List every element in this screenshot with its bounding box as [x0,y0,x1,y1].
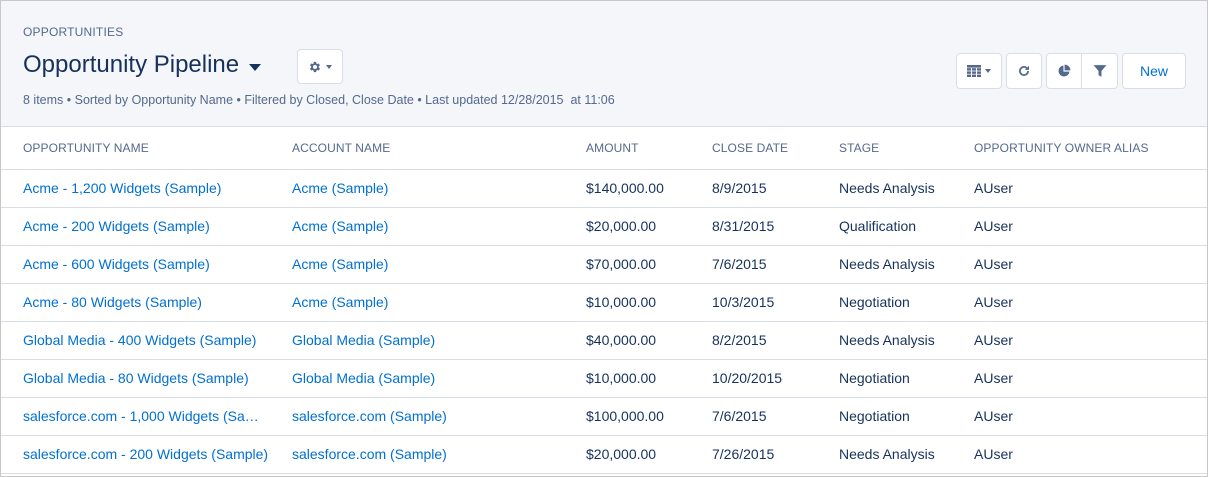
column-header-amount[interactable]: AMOUNT [564,127,690,170]
opportunity-name-link[interactable]: Acme - 80 Widgets (Sample) [1,283,270,322]
stage-cell: Needs Analysis [817,245,952,284]
table-row: Acme - 600 Widgets (Sample) Acme (Sample… [1,245,1207,284]
refresh-button[interactable] [1006,53,1042,89]
account-name-link[interactable]: salesforce.com (Sample) [270,397,564,436]
owner-alias-cell: AUser [952,397,1207,436]
stage-cell: Needs Analysis [817,435,952,474]
account-name-link[interactable]: Global Media (Sample) [270,359,564,398]
refresh-icon [1019,65,1029,76]
stage-cell: Negotiation [817,359,952,398]
column-header-account-name[interactable]: ACCOUNT NAME [270,127,564,170]
opportunity-name-link[interactable]: Global Media - 80 Widgets (Sample) [1,359,270,398]
table-row: salesforce.com - 1,000 Widgets (Sample) … [1,397,1207,436]
account-name-link[interactable]: Acme (Sample) [270,283,564,322]
stage-cell: Negotiation [817,397,952,436]
column-header-close-date[interactable]: CLOSE DATE [690,127,817,170]
opportunity-name-link[interactable]: Acme - 1,200 Widgets (Sample) [1,169,270,208]
owner-alias-cell: AUser [952,359,1207,398]
column-header-stage[interactable]: STAGE [817,127,952,170]
opportunity-name-link[interactable]: Acme - 600 Widgets (Sample) [1,245,270,284]
chevron-down-icon[interactable] [249,63,262,71]
opportunity-name-link[interactable]: salesforce.com - 200 Widgets (Sample) [1,435,270,474]
account-name-link[interactable]: Acme (Sample) [270,207,564,246]
close-date-cell: 7/6/2015 [690,245,817,284]
owner-alias-cell: AUser [952,435,1207,474]
account-name-link[interactable]: salesforce.com (Sample) [270,435,564,474]
filter-icon [1093,65,1106,77]
amount-cell: $100,000.00 [564,397,690,436]
amount-cell: $70,000.00 [564,245,690,284]
display-as-button[interactable] [956,53,1002,89]
table-icon [967,65,981,77]
close-date-cell: 8/31/2015 [690,207,817,246]
list-view-title-row[interactable]: Opportunity Pipeline [23,49,262,81]
opportunity-name-link[interactable]: Acme - 200 Widgets (Sample) [1,207,270,246]
account-name-link[interactable]: Global Media (Sample) [270,321,564,360]
list-view-panel: OPPORTUNITIES Opportunity Pipeline 8 ite… [0,0,1208,477]
amount-cell: $40,000.00 [564,321,690,360]
column-header-opportunity-name[interactable]: OPPORTUNITY NAME [1,127,270,170]
owner-alias-cell: AUser [952,245,1207,284]
table-header-row: OPPORTUNITY NAME ACCOUNT NAME AMOUNT CLO… [1,127,1207,170]
list-view-header: OPPORTUNITIES Opportunity Pipeline 8 ite… [1,1,1207,127]
opportunity-name-link[interactable]: salesforce.com - 1,000 Widgets (Sample) [1,397,270,436]
filter-button[interactable] [1081,53,1118,89]
chevron-down-icon [326,64,332,69]
table-row: salesforce.com - 200 Widgets (Sample) sa… [1,435,1207,474]
new-button[interactable]: New [1122,53,1186,89]
close-date-cell: 7/6/2015 [690,397,817,436]
close-date-cell: 10/3/2015 [690,283,817,322]
chevron-down-icon [985,69,991,73]
amount-cell: $10,000.00 [564,359,690,398]
close-date-cell: 8/2/2015 [690,321,817,360]
page-title[interactable]: Opportunity Pipeline [23,51,239,79]
amount-cell: $20,000.00 [564,435,690,474]
amount-cell: $20,000.00 [564,207,690,246]
stage-cell: Needs Analysis [817,321,952,360]
opportunities-table: OPPORTUNITY NAME ACCOUNT NAME AMOUNT CLO… [1,127,1207,474]
account-name-link[interactable]: Acme (Sample) [270,245,564,284]
column-header-owner-alias[interactable]: OPPORTUNITY OWNER ALIAS [952,127,1207,170]
gear-icon [309,61,321,72]
close-date-cell: 8/9/2015 [690,169,817,208]
account-name-link[interactable]: Acme (Sample) [270,169,564,208]
chart-button[interactable] [1046,53,1082,89]
owner-alias-cell: AUser [952,283,1207,322]
table-row: Acme - 1,200 Widgets (Sample) Acme (Samp… [1,169,1207,208]
stage-cell: Qualification [817,207,952,246]
close-date-cell: 7/26/2015 [690,435,817,474]
object-label: OPPORTUNITIES [23,25,124,39]
amount-cell: $10,000.00 [564,283,690,322]
owner-alias-cell: AUser [952,169,1207,208]
owner-alias-cell: AUser [952,321,1207,360]
pie-chart-icon [1058,64,1071,77]
table-row: Global Media - 400 Widgets (Sample) Glob… [1,321,1207,360]
list-view-summary: 8 items • Sorted by Opportunity Name • F… [23,93,615,107]
table-row: Acme - 200 Widgets (Sample) Acme (Sample… [1,207,1207,246]
owner-alias-cell: AUser [952,207,1207,246]
opportunity-name-link[interactable]: Global Media - 400 Widgets (Sample) [1,321,270,360]
amount-cell: $140,000.00 [564,169,690,208]
stage-cell: Needs Analysis [817,169,952,208]
stage-cell: Negotiation [817,283,952,322]
table-row: Acme - 80 Widgets (Sample) Acme (Sample)… [1,283,1207,322]
list-view-controls-button[interactable] [297,49,343,84]
table-row: Global Media - 80 Widgets (Sample) Globa… [1,359,1207,398]
close-date-cell: 10/20/2015 [690,359,817,398]
